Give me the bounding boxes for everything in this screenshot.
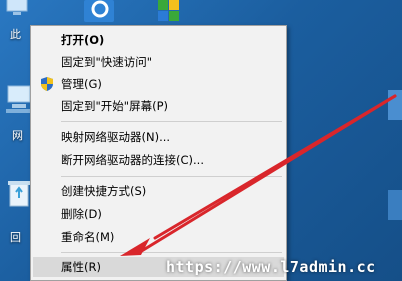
menu-item-manage-label: 管理(G)	[61, 77, 102, 91]
network-computer-icon	[6, 85, 32, 113]
desktop-label-this-pc: 此	[10, 28, 21, 41]
desktop-label-recycle-bin: 回	[10, 231, 21, 244]
menu-item-rename[interactable]: 重命名(M)	[33, 227, 284, 247]
security-app-icon[interactable]	[158, 0, 180, 26]
context-menu: 打开(O) 固定到"快速访问" 管理(G) 固定到"开始"屏幕(P) 映射网络驱…	[30, 25, 287, 281]
desktop-label-network: 网	[12, 129, 23, 142]
recycle-bin-icon[interactable]	[8, 180, 30, 212]
menu-item-manage[interactable]: 管理(G)	[33, 74, 284, 94]
menu-item-create-shortcut[interactable]: 创建快捷方式(S)	[33, 181, 284, 201]
menu-item-delete[interactable]: 删除(D)	[33, 204, 284, 224]
app-shortcut-icon	[84, 0, 114, 22]
menu-separator	[61, 121, 282, 122]
recycle-bin-icon-graphic	[8, 181, 30, 207]
menu-item-pin-quick-access[interactable]: 固定到"快速访问"	[33, 52, 284, 72]
menu-item-disconnect-drive[interactable]: 断开网络驱动器的连接(C)...	[33, 150, 284, 170]
app-icon	[388, 190, 402, 220]
menu-separator	[61, 176, 282, 177]
windows-shield-icon	[158, 0, 179, 21]
this-pc-icon[interactable]	[6, 0, 28, 16]
right-edge-icon[interactable]	[388, 90, 402, 124]
menu-item-open[interactable]: 打开(O)	[33, 30, 284, 50]
menu-item-map-drive[interactable]: 映射网络驱动器(N)...	[33, 127, 284, 147]
network-icon[interactable]	[6, 84, 32, 118]
computer-icon	[6, 0, 28, 15]
watermark-text: https://www.l7admin.cc	[166, 258, 376, 276]
control-panel-icon[interactable]	[84, 0, 114, 26]
folder-icon	[388, 90, 402, 120]
uac-shield-icon	[41, 77, 53, 91]
right-edge-icon-2[interactable]	[388, 190, 402, 224]
menu-separator	[61, 252, 282, 253]
menu-item-pin-start[interactable]: 固定到"开始"屏幕(P)	[33, 96, 284, 116]
